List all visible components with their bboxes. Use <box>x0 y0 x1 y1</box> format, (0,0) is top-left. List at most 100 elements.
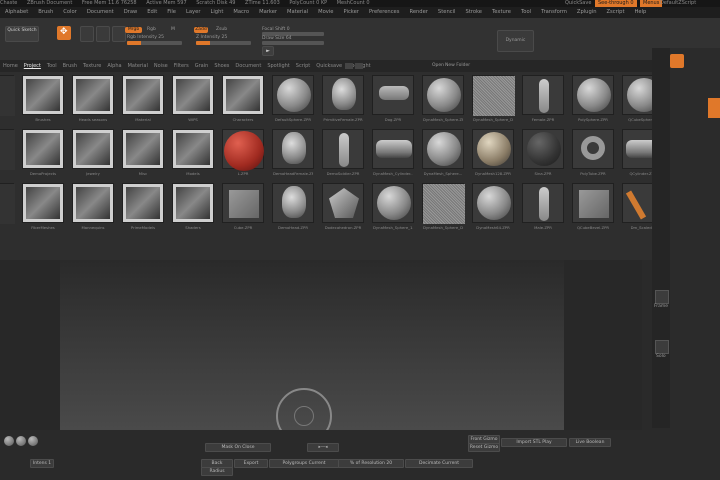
rgb-intensity-slider[interactable] <box>127 41 182 45</box>
radius-slider[interactable]: Radius <box>201 467 233 476</box>
open-button[interactable]: Open <box>432 63 444 68</box>
see-through-slider[interactable]: See-through 0 <box>595 0 637 7</box>
thumbnail-row1-4[interactable]: WIPS <box>172 75 214 122</box>
edit-mode-button[interactable]: ✥ <box>57 26 71 40</box>
thumbnail-row3-2[interactable]: Mannequins <box>72 183 114 230</box>
default-script-button[interactable]: DefaultZScript <box>660 0 696 7</box>
thumbnail-row1-0[interactable] <box>0 75 15 116</box>
zadd-toggle[interactable]: Zadd <box>194 27 208 33</box>
thumbnail-row2-9[interactable]: DynaMesh_Sphere... <box>422 129 464 176</box>
menu-item-tool[interactable]: Tool <box>521 9 531 15</box>
dynamic-button[interactable]: Dynamic <box>497 30 534 52</box>
thumbnail-row3-11[interactable]: Male.ZPR <box>522 183 564 230</box>
lightbox-tab-spotlight[interactable]: Spotlight <box>267 63 289 69</box>
lightbox-next-button[interactable] <box>355 63 363 69</box>
m-toggle[interactable]: M <box>171 27 175 32</box>
draw-size-slider[interactable] <box>262 41 324 45</box>
thumbnail-row1-8[interactable]: Dog.ZPR <box>372 75 414 122</box>
thumbnail-row3-5[interactable]: Cube.ZPR <box>222 183 264 230</box>
resolution-slider[interactable]: % of Resolution 20 <box>338 459 404 468</box>
thumbnail-row1-10[interactable]: DynaMesh_Sphere_DetailBo... <box>472 75 515 122</box>
new-folder-button[interactable]: New Folder <box>445 63 470 68</box>
menu-item-brush[interactable]: Brush <box>38 9 53 15</box>
menu-item-layer[interactable]: Layer <box>186 9 200 15</box>
tool-active-icon[interactable] <box>670 54 684 68</box>
lightbox-tab-project[interactable]: Project <box>24 63 41 69</box>
lightbox-tab-texture[interactable]: Texture <box>83 63 101 69</box>
move-button[interactable] <box>96 26 110 42</box>
lightbox-tab-filters[interactable]: Filters <box>174 63 189 69</box>
menu-item-edit[interactable]: Edit <box>147 9 157 15</box>
menu-item-marker[interactable]: Marker <box>259 9 277 15</box>
thumbnail-row3-3[interactable]: PrimeModels <box>122 183 164 230</box>
thumbnail-row3-4[interactable]: Shaders <box>172 183 214 230</box>
menu-item-render[interactable]: Render <box>409 9 427 15</box>
lightbox-tab-alpha[interactable]: Alpha <box>107 63 121 69</box>
thumbnail-row2-7[interactable]: DemoSoldier.ZPR <box>322 129 364 176</box>
lightbox-tab-shoes[interactable]: Shoes <box>214 63 229 69</box>
thumbnail-row3-8[interactable]: DynaMesh_Sphere_1... <box>372 183 414 230</box>
mrgb-toggle[interactable]: Mrgb <box>125 27 142 33</box>
quicksave-button[interactable]: QuickSave <box>565 0 591 7</box>
thumbnail-row2-4[interactable]: Models <box>172 129 214 176</box>
thumbnail-row2-8[interactable]: DynaMesh_Cylinder... <box>372 129 414 176</box>
lightbox-tab-grain[interactable]: Grain <box>195 63 209 69</box>
material-sphere[interactable] <box>16 436 26 446</box>
lightbox-tab-brush[interactable]: Brush <box>63 63 77 69</box>
thumbnail-row1-11[interactable]: Female.ZPR <box>522 75 564 122</box>
thumbnail-row1-2[interactable]: Heads seasons <box>72 75 114 122</box>
decimate-button[interactable]: Decimate Current <box>405 459 473 468</box>
thumbnail-row2-6[interactable]: DemoHeadFemale.ZPR <box>272 129 314 176</box>
thumbnail-row1-12[interactable]: PolySphere.ZPR <box>572 75 614 122</box>
thumbnail-row2-11[interactable]: Sina.ZPR <box>522 129 564 176</box>
zsub-toggle[interactable]: Zsub <box>216 27 227 32</box>
thumbnail-row3-6[interactable]: DemoHead.ZPR <box>272 183 314 230</box>
thumbnail-row2-5[interactable]: L.ZPR <box>222 129 264 176</box>
thumbnail-row2-2[interactable]: Jewelry <box>72 129 114 176</box>
material-sphere[interactable] <box>4 436 14 446</box>
menu-item-picker[interactable]: Picker <box>343 9 358 15</box>
thumbnail-row1-9[interactable]: DynaMesh_Sphere.ZPR <box>422 75 464 122</box>
lightbox-tab-noise[interactable]: Noise <box>154 63 168 69</box>
thumbnail-row1-7[interactable]: PrimitiveFemale.ZPR <box>322 75 364 122</box>
menu-item-stroke[interactable]: Stroke <box>465 9 482 15</box>
import-stl-button[interactable]: Import STL Play <box>501 438 567 447</box>
mask-on-close-button[interactable]: Mask On Close <box>205 443 271 452</box>
thumbnail-row3-0[interactable] <box>0 183 15 224</box>
thumbnail-row1-3[interactable]: Material <box>122 75 164 122</box>
menu-item-light[interactable]: Light <box>210 9 223 15</box>
lightbox-tab-script[interactable]: Script <box>296 63 311 69</box>
thumbnail-row3-12[interactable]: QCubeBevel.ZPR <box>572 183 614 230</box>
menu-item-preferences[interactable]: Preferences <box>369 9 400 15</box>
thumbnail-row3-7[interactable]: Dodecahedron.ZPR <box>322 183 364 230</box>
menus-button[interactable]: Menus <box>640 0 663 7</box>
thumbnail-row2-12[interactable]: PolyTube.ZPR <box>572 129 614 176</box>
menu-item-texture[interactable]: Texture <box>492 9 511 15</box>
live-boolean-button[interactable]: Live Boolean <box>569 438 611 447</box>
lightbox-prev-button[interactable] <box>345 63 353 69</box>
draw-button[interactable] <box>80 26 94 42</box>
menu-item-zplugin[interactable]: Zplugin <box>577 9 597 15</box>
menu-item-material[interactable]: Material <box>287 9 308 15</box>
solo-button[interactable] <box>655 340 669 354</box>
menu-item-movie[interactable]: Movie <box>318 9 333 15</box>
lightbox-tab-document[interactable]: Document <box>235 63 261 69</box>
thumbnail-row1-6[interactable]: DefaultSphere.ZPR <box>272 75 314 122</box>
thumbnail-row3-9[interactable]: DynaMesh_Sphere_DetailBo... <box>422 183 465 230</box>
lightbox-tab-home[interactable]: Home <box>3 63 18 69</box>
tool-thumbnail[interactable] <box>708 98 720 118</box>
thumbnail-row2-10[interactable]: DynaMesh128.ZPR <box>472 129 514 176</box>
menu-item-stencil[interactable]: Stencil <box>438 9 456 15</box>
rgb-toggle[interactable]: Rgb <box>147 27 156 32</box>
thumbnail-row1-1[interactable]: Brushes <box>22 75 64 122</box>
menu-item-draw[interactable]: Draw <box>124 9 138 15</box>
export-button[interactable]: Export <box>234 459 268 468</box>
thumbnail-row2-3[interactable]: Misc <box>122 129 164 176</box>
lightbox-tab-quicksave[interactable]: Quicksave <box>316 63 342 69</box>
quick-sketch-button[interactable]: Quick Sketch <box>5 26 39 42</box>
frame-button[interactable] <box>655 290 669 304</box>
reset-gizmo-button[interactable]: Reset Gizmo <box>468 443 500 452</box>
lightbox-tab-material[interactable]: Material <box>128 63 148 69</box>
z-intensity-slider[interactable] <box>196 41 251 45</box>
menu-item-zscript[interactable]: Zscript <box>607 9 625 15</box>
